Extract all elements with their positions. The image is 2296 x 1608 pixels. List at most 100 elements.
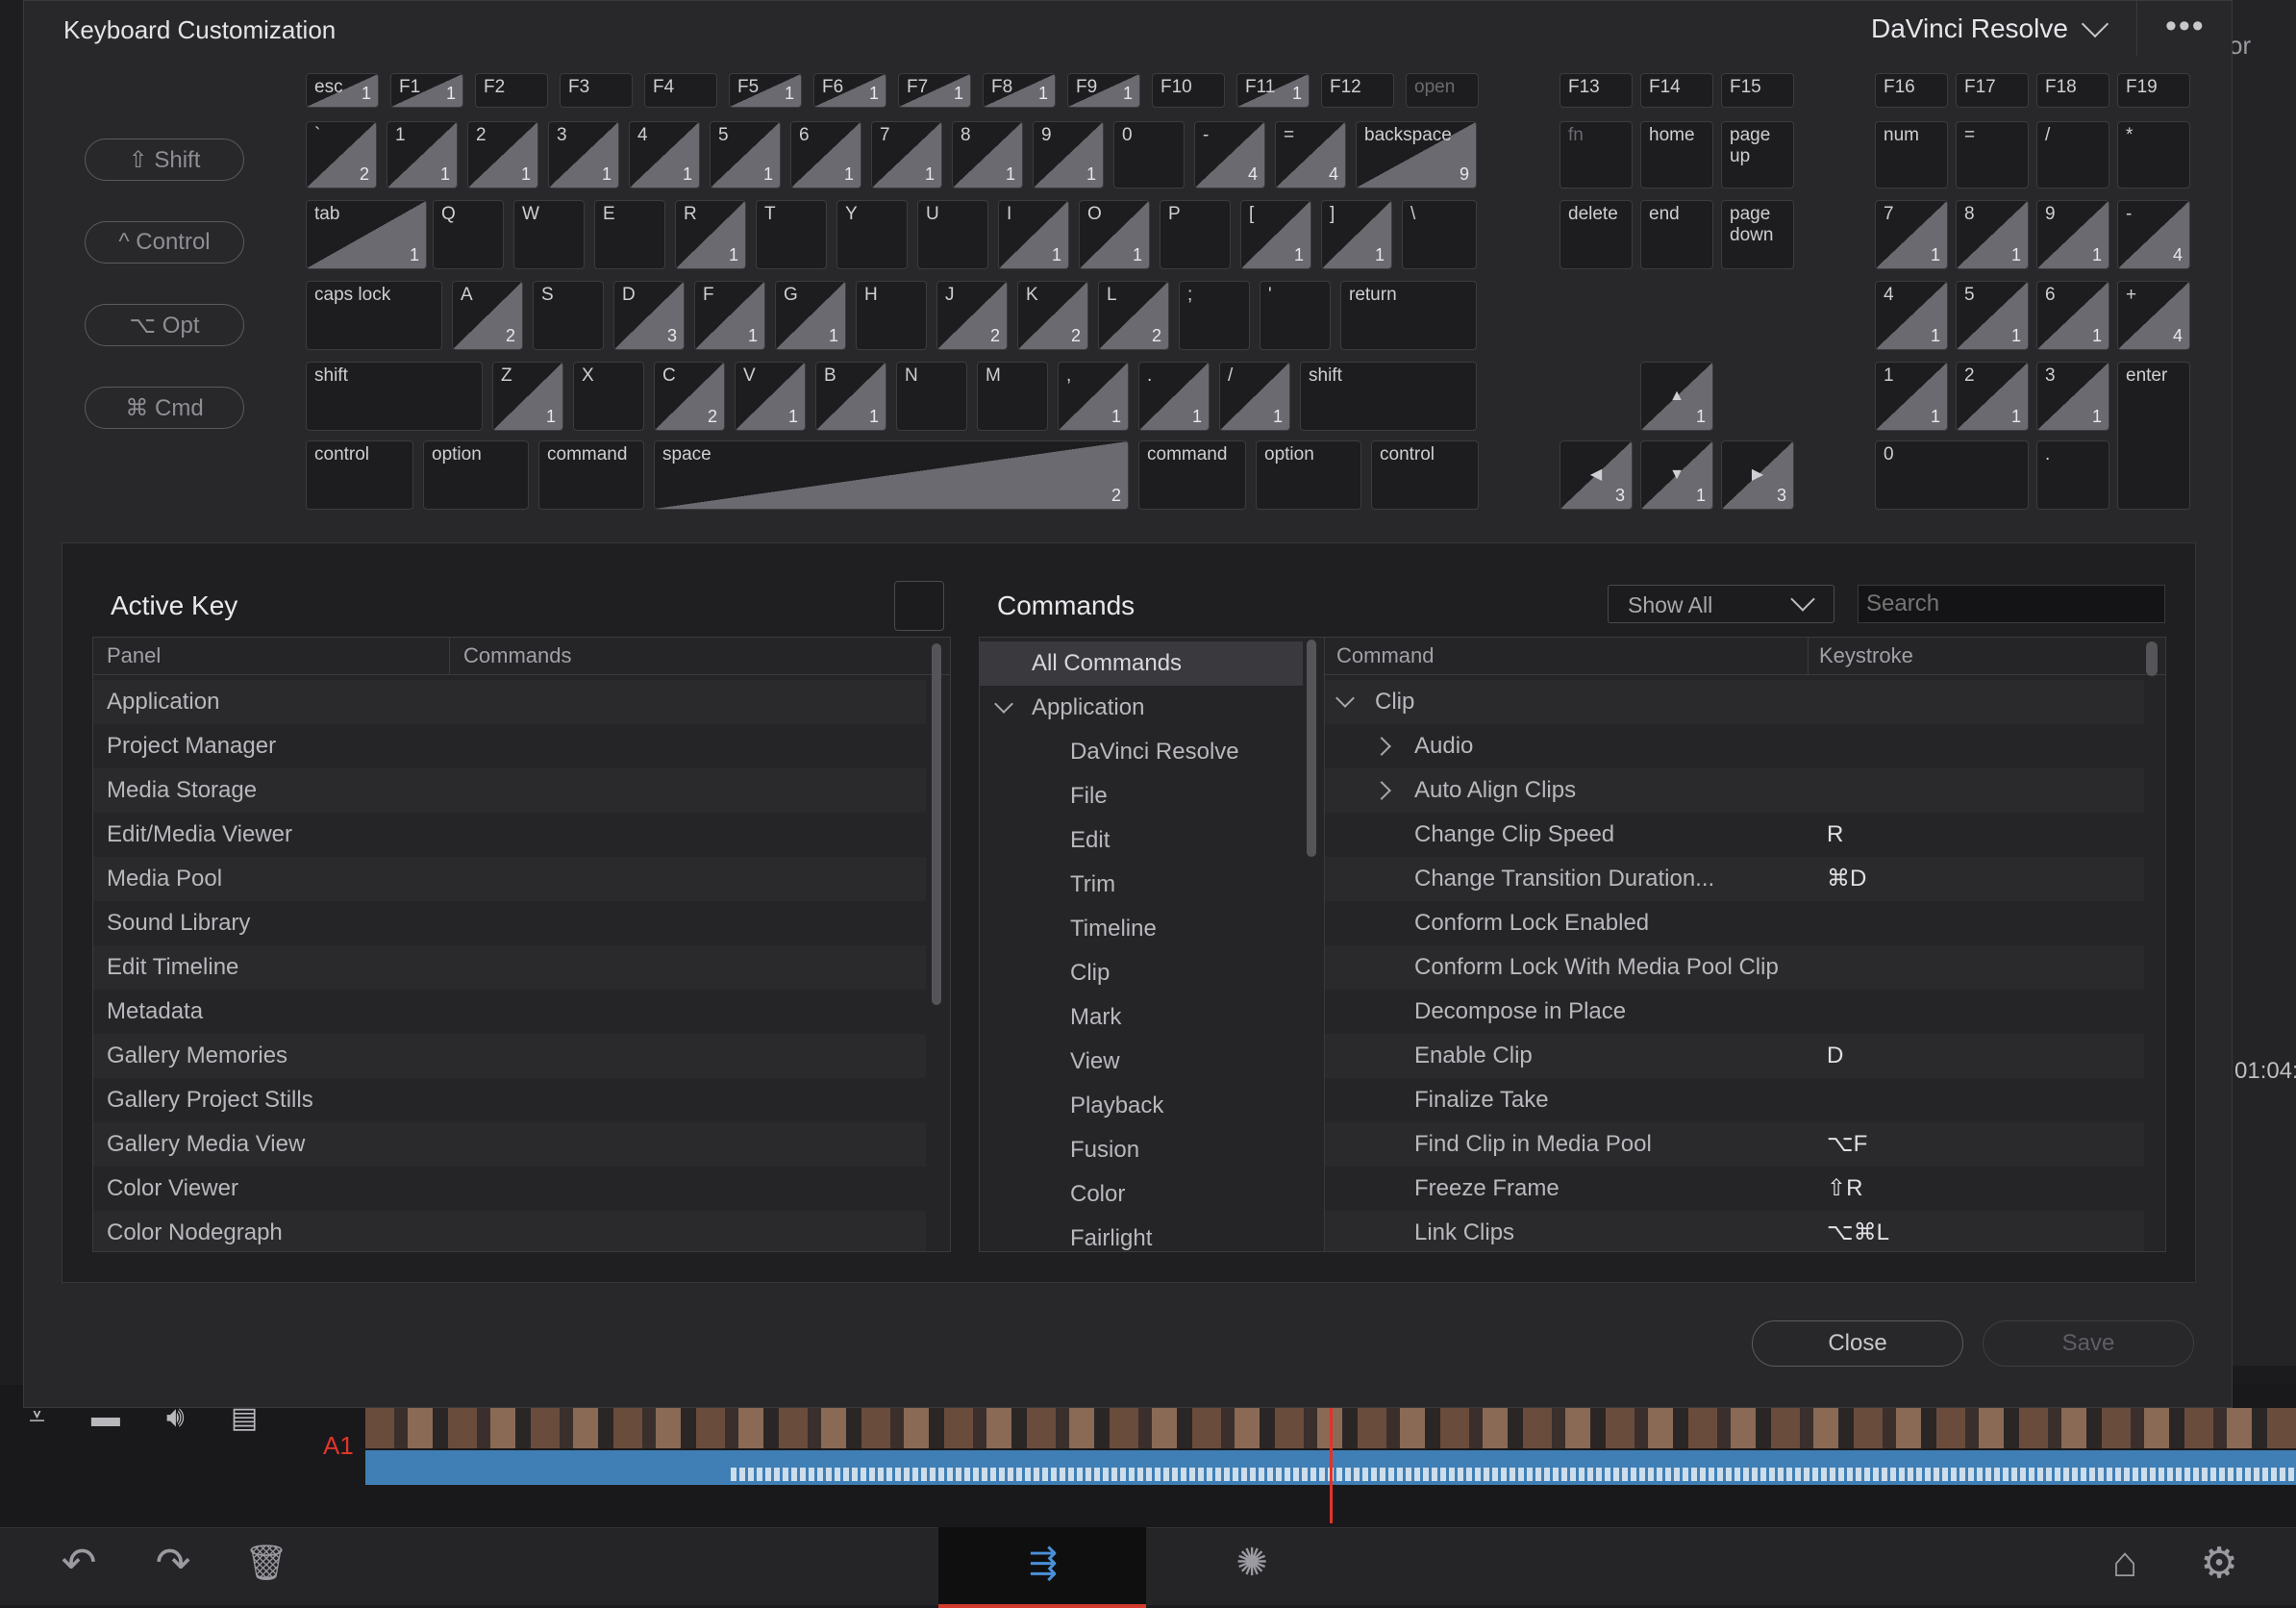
- key-nav-6[interactable]: delete: [1560, 200, 1633, 269]
- key-np-12[interactable]: 41: [1875, 281, 1948, 350]
- key-np-3[interactable]: F19: [2117, 73, 2190, 108]
- key-r2-3[interactable]: E: [594, 200, 665, 269]
- gear-icon[interactable]: ⚙: [2190, 1539, 2248, 1587]
- key-r1-9[interactable]: 91: [1033, 121, 1104, 188]
- table-row[interactable]: Project Manager: [93, 724, 926, 768]
- key-nav-12[interactable]: ▶ 3: [1721, 440, 1794, 510]
- key-r1-3[interactable]: 31: [548, 121, 619, 188]
- key-r2-4[interactable]: R1: [675, 200, 746, 269]
- key-r5-4[interactable]: command: [1138, 440, 1246, 510]
- tree-item[interactable]: Clip: [980, 951, 1303, 995]
- key-r2-0[interactable]: tab 1: [306, 200, 427, 269]
- key-r1-2[interactable]: 21: [467, 121, 538, 188]
- key-np-20[interactable]: 0: [1875, 440, 2029, 510]
- key-r3-7[interactable]: J2: [936, 281, 1008, 350]
- key-nav-3[interactable]: fn: [1560, 121, 1633, 188]
- key-r5-6[interactable]: control: [1371, 440, 1479, 510]
- key-nav-8[interactable]: page down: [1721, 200, 1794, 269]
- key-np-1[interactable]: F17: [1956, 73, 2029, 108]
- key-r1-0[interactable]: ` 2: [306, 121, 377, 188]
- key-r2-6[interactable]: Y: [836, 200, 908, 269]
- key-nav-9[interactable]: ▲ 1: [1640, 362, 1713, 431]
- key-r1-13[interactable]: backspace 9: [1356, 121, 1477, 188]
- key-r0-5[interactable]: F5 1: [729, 73, 802, 108]
- chevron-down-icon[interactable]: [1335, 689, 1355, 708]
- key-np-19[interactable]: enter: [2117, 362, 2190, 510]
- column-header-panel[interactable]: Panel: [107, 638, 161, 674]
- save-button[interactable]: Save: [1983, 1320, 2194, 1367]
- table-row[interactable]: Metadata: [93, 990, 926, 1034]
- tree-item[interactable]: Edit: [980, 818, 1303, 863]
- key-r2-5[interactable]: T: [756, 200, 827, 269]
- table-row[interactable]: Edit/Media Viewer: [93, 813, 926, 857]
- key-r4-1[interactable]: Z1: [492, 362, 563, 431]
- key-nav-7[interactable]: end: [1640, 200, 1713, 269]
- key-r3-0[interactable]: caps lock: [306, 281, 442, 350]
- modifier-toggle[interactable]: ⌥ Opt: [85, 304, 244, 346]
- tree-item[interactable]: Trim: [980, 863, 1303, 907]
- tree-item[interactable]: Application: [980, 686, 1303, 730]
- tree-item[interactable]: Fairlight: [980, 1217, 1303, 1251]
- table-row[interactable]: Color Nodegraph: [93, 1211, 926, 1251]
- key-r3-2[interactable]: S: [533, 281, 604, 350]
- tree-item[interactable]: Mark: [980, 995, 1303, 1040]
- key-r4-0[interactable]: shift: [306, 362, 483, 431]
- key-r3-3[interactable]: D3: [613, 281, 685, 350]
- scrollbar[interactable]: [1307, 640, 1316, 857]
- key-r1-11[interactable]: -4: [1194, 121, 1265, 188]
- home-icon[interactable]: ⌂: [2096, 1539, 2154, 1587]
- chevron-down-icon[interactable]: [994, 694, 1013, 714]
- column-header-command[interactable]: Command: [1336, 638, 1434, 674]
- key-r3-8[interactable]: K2: [1017, 281, 1088, 350]
- key-np-8[interactable]: 71: [1875, 200, 1948, 269]
- key-np-17[interactable]: 21: [1956, 362, 2029, 431]
- table-row[interactable]: Link Clips ⌥⌘L: [1325, 1211, 2144, 1251]
- key-r3-10[interactable]: ;: [1179, 281, 1250, 350]
- key-np-21[interactable]: .: [2036, 440, 2109, 510]
- table-row[interactable]: Change Transition Duration... ⌘D: [1325, 857, 2144, 901]
- key-r5-1[interactable]: option: [423, 440, 529, 510]
- table-row[interactable]: Conform Lock Enabled: [1325, 901, 2144, 945]
- key-r2-10[interactable]: P: [1160, 200, 1231, 269]
- key-r4-2[interactable]: X: [573, 362, 644, 431]
- tree-item[interactable]: Color: [980, 1172, 1303, 1217]
- key-r0-10[interactable]: F10: [1152, 73, 1225, 108]
- key-r0-12[interactable]: F12: [1321, 73, 1394, 108]
- search-input[interactable]: [1858, 585, 2165, 623]
- key-r5-0[interactable]: control: [306, 440, 413, 510]
- key-r0-9[interactable]: F9 1: [1067, 73, 1140, 108]
- table-row[interactable]: Enable Clip D: [1325, 1034, 2144, 1078]
- key-np-6[interactable]: /: [2036, 121, 2109, 188]
- key-r1-4[interactable]: 41: [629, 121, 700, 188]
- table-row[interactable]: Gallery Project Stills: [93, 1078, 926, 1122]
- chevron-right-icon[interactable]: [1372, 737, 1391, 756]
- table-row[interactable]: Freeze Frame ⇧R: [1325, 1167, 2144, 1211]
- tree-item[interactable]: Fusion: [980, 1128, 1303, 1172]
- table-row[interactable]: Media Pool: [93, 857, 926, 901]
- key-r2-13[interactable]: \: [1402, 200, 1477, 269]
- close-button[interactable]: Close: [1752, 1320, 1963, 1367]
- playhead[interactable]: [1330, 1408, 1333, 1523]
- key-r2-7[interactable]: U: [917, 200, 988, 269]
- key-r2-12[interactable]: ] 1: [1321, 200, 1392, 269]
- tree-item[interactable]: Timeline: [980, 907, 1303, 951]
- key-np-9[interactable]: 81: [1956, 200, 2029, 269]
- key-np-11[interactable]: -4: [2117, 200, 2190, 269]
- key-r1-10[interactable]: 0: [1113, 121, 1185, 188]
- key-np-15[interactable]: +4: [2117, 281, 2190, 350]
- key-r4-9[interactable]: .1: [1138, 362, 1210, 431]
- key-r2-9[interactable]: O1: [1079, 200, 1150, 269]
- key-r4-11[interactable]: shift: [1300, 362, 1477, 431]
- key-r3-6[interactable]: H: [856, 281, 927, 350]
- tree-item[interactable]: Playback: [980, 1084, 1303, 1128]
- effects-icon[interactable]: ✺: [1223, 1539, 1281, 1587]
- key-r1-7[interactable]: 71: [871, 121, 942, 188]
- tree-item[interactable]: File: [980, 774, 1303, 818]
- table-row[interactable]: Conform Lock With Media Pool Clip: [1325, 945, 2144, 990]
- chevron-right-icon[interactable]: [1372, 781, 1391, 800]
- key-r3-9[interactable]: L2: [1098, 281, 1169, 350]
- cut-page-icon[interactable]: ⇶: [1010, 1539, 1077, 1587]
- key-nav-2[interactable]: F15: [1721, 73, 1794, 108]
- key-r5-5[interactable]: option: [1256, 440, 1361, 510]
- key-r2-1[interactable]: Q: [433, 200, 504, 269]
